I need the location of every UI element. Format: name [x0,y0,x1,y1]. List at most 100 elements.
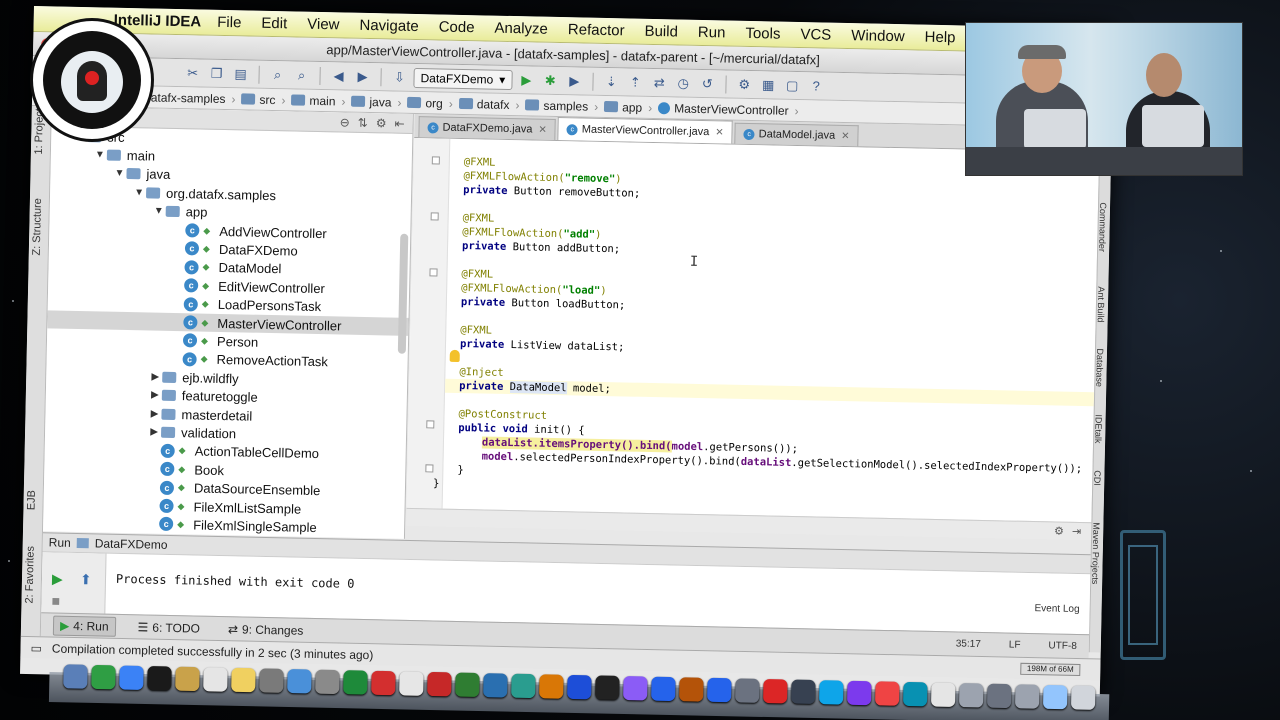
dock-app-icon[interactable] [231,667,256,693]
breadcrumb-item[interactable]: samples › [525,98,598,113]
file-encoding[interactable]: UTF-8 [1048,640,1077,652]
hide-panel-icon[interactable]: ⇥ [1072,525,1081,538]
project-structure-icon[interactable]: ▦ [758,75,778,95]
help-icon[interactable]: ? [806,76,826,96]
dock-app-icon[interactable] [343,670,368,695]
maven-projects-tool-tab[interactable]: Maven Projects [1090,522,1101,584]
dock-app-icon[interactable] [91,664,116,690]
autoscroll-icon[interactable]: ⇅ [358,115,368,129]
dock-app-icon[interactable] [315,669,340,695]
dock-app-icon[interactable] [735,678,760,703]
coverage-icon[interactable]: ▶ [564,71,584,91]
favorites-tool-tab[interactable]: 2: Favorites [23,546,36,604]
idetalk-tool-tab[interactable]: IDEtalk [1093,414,1104,443]
collapsed-arrow-icon[interactable]: ▶ [147,408,161,419]
dock-app-icon[interactable] [875,681,900,706]
breadcrumb-item[interactable]: datafx › [458,96,520,112]
editor-tab-active[interactable]: c MasterViewController.java ✕ [557,116,733,144]
event-log-button[interactable]: Event Log [1034,603,1079,615]
dock-app-icon[interactable] [959,683,984,708]
menu-vcs[interactable]: VCS [800,26,831,44]
close-tab-icon[interactable]: ✕ [841,130,850,141]
gear-icon[interactable]: ⚙ [376,116,387,130]
breadcrumb-item[interactable]: src › [241,92,286,107]
dock-app-icon[interactable] [63,664,88,689]
dock-app-icon[interactable] [791,679,816,705]
menu-window[interactable]: Window [851,27,905,45]
fold-marker[interactable] [425,464,434,473]
gear-icon[interactable]: ⚙ [1054,524,1064,537]
vcs-compare-icon[interactable]: ⇄ [649,72,669,92]
dock-app-icon[interactable] [175,666,200,692]
dock-app-icon[interactable] [287,668,312,694]
back-icon[interactable]: ◀ [328,66,348,86]
expanded-arrow-icon[interactable]: ▼ [112,168,126,179]
dock-app-icon[interactable] [371,670,396,696]
dock-app-icon[interactable] [651,676,676,702]
rerun-icon[interactable]: ▶ [52,571,63,588]
menu-edit[interactable]: Edit [261,15,287,33]
caret-position[interactable]: 35:17 [956,638,981,650]
expanded-arrow-icon[interactable]: ▼ [93,149,107,160]
dock-app-icon[interactable] [427,671,452,697]
scroll-up-icon[interactable]: ⬆ [80,571,92,588]
dock-app-icon[interactable] [819,680,844,705]
commander-tool-tab[interactable]: Commander [1097,202,1108,252]
dock-app-icon[interactable] [1014,684,1040,709]
run-config-select[interactable]: DataFXDemo ▾ [413,67,513,90]
dock-app-icon[interactable] [623,676,648,701]
cdi-tool-tab[interactable]: CDI [1092,470,1102,486]
revert-icon[interactable]: ↺ [697,73,717,93]
collapsed-arrow-icon[interactable]: ▶ [148,371,162,382]
forward-icon[interactable]: ▶ [352,66,372,86]
cut-icon[interactable]: ✂ [182,63,202,83]
line-separator[interactable]: LF [1009,640,1021,651]
dock-app-icon[interactable] [119,665,144,690]
copy-icon[interactable]: ❐ [206,63,226,83]
menu-run[interactable]: Run [698,24,726,42]
replace-icon[interactable]: ⌕ [291,65,311,85]
collapse-all-icon[interactable]: ⊖ [340,115,350,129]
fold-marker[interactable] [426,420,435,429]
breadcrumb-item[interactable]: app › [604,99,652,114]
debug-icon[interactable]: ✱ [540,70,560,90]
close-tab-icon[interactable]: ✕ [715,127,724,138]
dock-app-icon[interactable] [567,674,592,700]
editor-tab[interactable]: c DataModel.java ✕ [734,122,859,147]
status-bar-toggle-icon[interactable]: ▭ [30,641,42,655]
dock-app-icon[interactable] [539,674,564,699]
dock-app-icon[interactable] [679,677,704,702]
editor-tab[interactable]: c DataFXDemo.java ✕ [418,116,557,140]
breadcrumb-item[interactable]: java › [351,94,402,109]
vcs-history-icon[interactable]: ◷ [673,73,693,93]
vcs-commit-icon[interactable]: ⇡ [625,72,645,92]
expanded-arrow-icon[interactable]: ▼ [152,206,166,217]
close-tab-icon[interactable]: ✕ [538,124,547,135]
expanded-arrow-icon[interactable]: ▼ [132,187,146,198]
hide-panel-icon[interactable]: ⇤ [394,116,404,130]
menu-help[interactable]: Help [924,29,955,47]
code-editor[interactable]: I @FXML @FXMLFlowAction("remove") privat… [406,137,1100,523]
dock-app-icon[interactable] [595,675,620,700]
dock-app-icon[interactable] [203,667,228,692]
dock-app-icon[interactable] [455,672,480,697]
todo-tool-button[interactable]: ☰ 6: TODO [131,618,206,638]
breadcrumb-item[interactable]: main › [291,93,346,108]
dock-app-icon[interactable] [986,683,1012,709]
dock-app-icon[interactable] [511,673,536,699]
menu-file[interactable]: File [217,14,242,32]
editor-gutter[interactable] [406,137,451,509]
sdk-icon[interactable]: ▢ [782,75,802,95]
database-tool-tab[interactable]: Database [1094,348,1105,387]
dock-app-icon[interactable] [1042,684,1068,710]
breadcrumb-item[interactable]: MasterViewController › [658,101,799,118]
dock-app-icon[interactable] [707,677,732,703]
fold-marker[interactable] [431,156,440,165]
structure-tool-tab[interactable]: Z: Structure [31,198,44,256]
dock-app-icon[interactable] [147,666,172,691]
vcs-update-icon[interactable]: ⇣ [601,71,621,91]
dock-app-icon[interactable] [903,681,928,707]
menu-view[interactable]: View [307,16,340,34]
dock-app-icon[interactable] [399,671,424,696]
menu-code[interactable]: Code [438,18,474,36]
